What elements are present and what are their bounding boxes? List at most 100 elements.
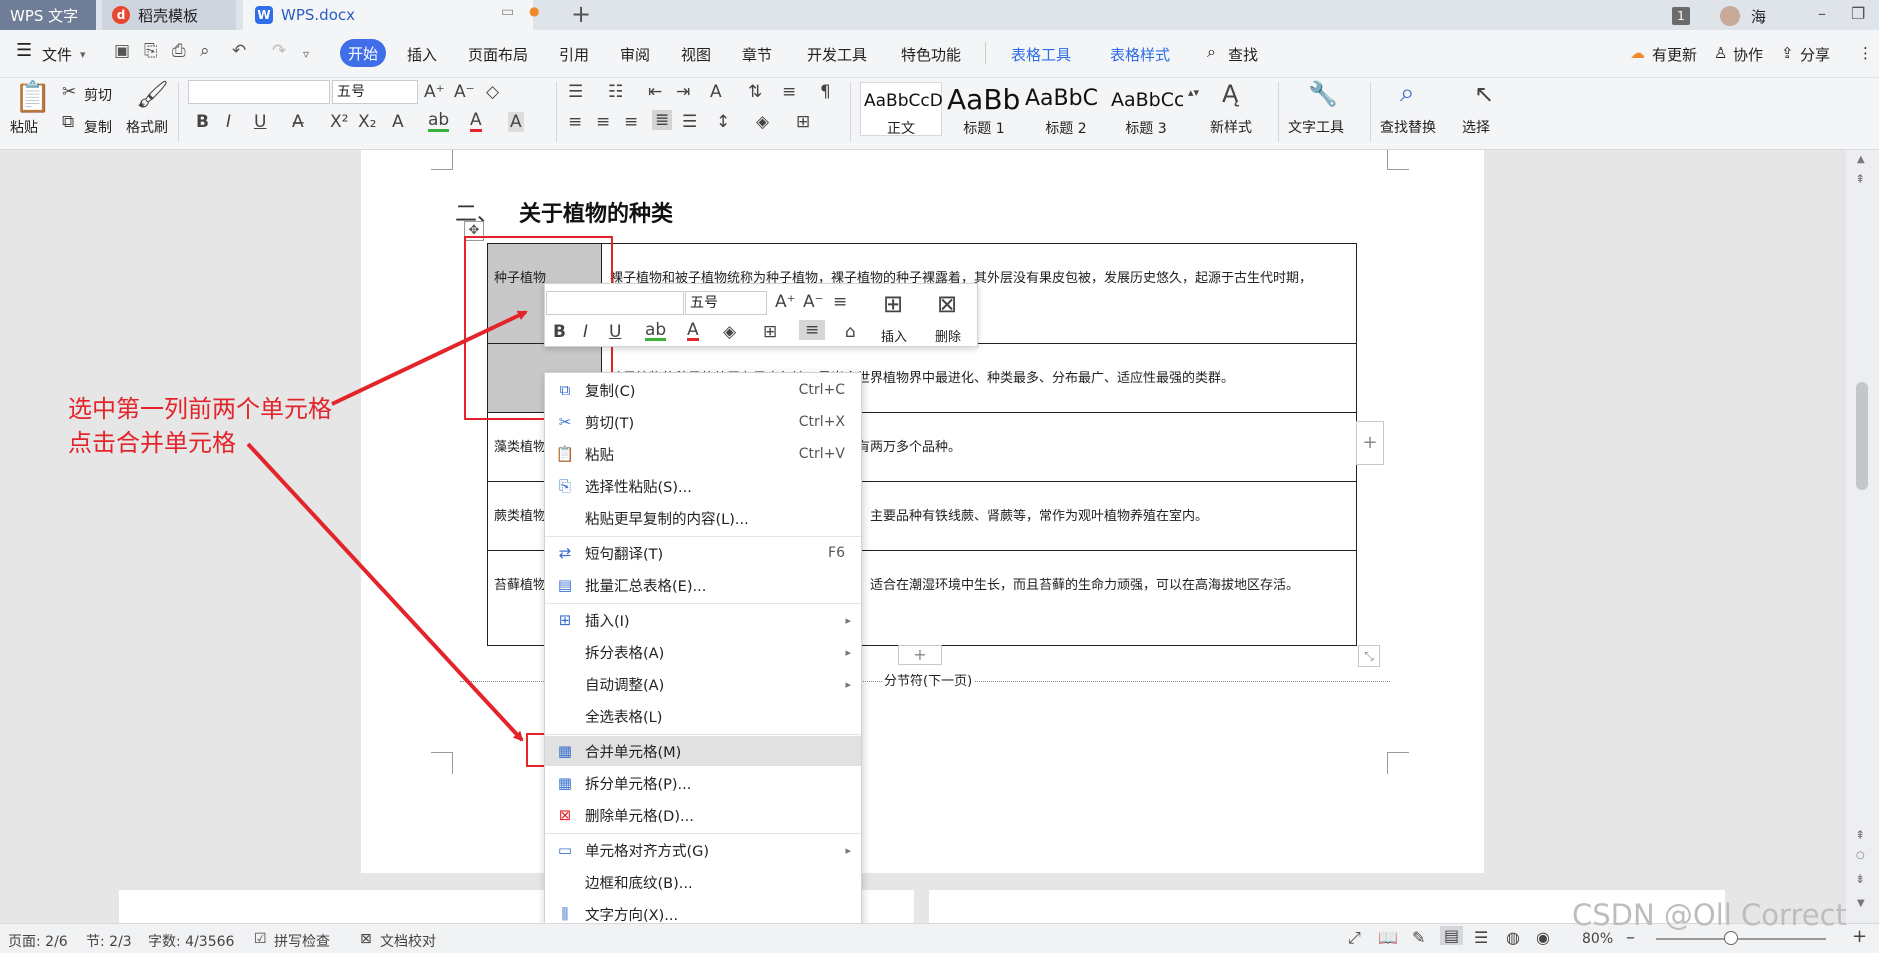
font-color-icon[interactable]: A [687, 322, 699, 341]
annotation-arrows [246, 310, 528, 742]
menu-item-borders-shading[interactable]: 边框和底纹(B)... [545, 867, 861, 897]
split-cells-icon: ▦ [557, 774, 573, 792]
web-view-icon[interactable]: ◍ [1506, 928, 1520, 947]
menu-item-select-table[interactable]: 全选表格(L) [545, 701, 861, 731]
menu-item-label: 合并单元格(M) [585, 744, 682, 761]
bold-icon[interactable]: B [553, 322, 566, 342]
menu-item-label: 粘贴 [585, 447, 614, 464]
status-spellcheck[interactable]: 拼写检查 [274, 931, 330, 951]
menu-item-label: 短句翻译(T) [585, 546, 664, 563]
scrollbar-thumb[interactable] [1856, 382, 1868, 490]
menu-separator [545, 603, 861, 604]
shrink-font-icon[interactable]: A⁻ [803, 292, 824, 312]
format-painter-icon[interactable]: ⌂ [845, 322, 856, 342]
menu-item-label: 边框和底纹(B)... [585, 875, 693, 892]
arrow-to-merge [246, 442, 524, 742]
status-section[interactable]: 节: 2/3 [86, 931, 132, 951]
table-insert-icon[interactable]: ⊞ [883, 290, 903, 318]
vertical-scrollbar[interactable]: ▲ ⇞ ⇞ ○ ⇟ ▼ [1846, 150, 1879, 923]
submenu-arrow-icon: ▸ [845, 677, 851, 691]
menu-item-label: 单元格对齐方式(G) [585, 843, 710, 860]
eye-protect-icon[interactable]: ◉ [1536, 928, 1550, 947]
page-view-icon[interactable]: ▤ [1440, 926, 1464, 945]
italic-icon[interactable]: I [583, 322, 588, 342]
menu-item-insert[interactable]: ⊞ 插入(I) ▸ [545, 605, 861, 635]
menu-item-label: 全选表格(L) [585, 709, 663, 726]
menu-item-label: 剪切(T) [585, 415, 635, 432]
scroll-up-icon[interactable]: ▲ [1857, 154, 1865, 165]
scissors-icon: ✂ [558, 413, 572, 431]
copy-icon: ⧉ [559, 381, 571, 399]
menu-item-label: 插入(I) [585, 613, 630, 630]
menu-item-copy[interactable]: ⧉ 复制(C) Ctrl+C [545, 375, 861, 405]
watermark: CSDN @Oll Correct [1572, 898, 1847, 932]
menu-item-shortcut: Ctrl+C [798, 382, 845, 398]
menu-item-label: 拆分表格(A) [585, 645, 665, 662]
merge-cells-icon: ▦ [557, 742, 573, 760]
menu-separator [545, 833, 861, 834]
table-delete-icon[interactable]: ⊠ [937, 290, 957, 318]
arrow-to-cells [331, 310, 528, 406]
floating-mini-toolbar: 五号 A⁺ A⁻ ≡ B I U ab A ◈ ⊞ ≡ ⌂ ⊞ 插入 ⊠ 删除 [544, 283, 978, 347]
fullscreen-icon[interactable]: ⤢ [1348, 928, 1361, 948]
scroll-top-icon[interactable]: ⇞ [1855, 172, 1865, 186]
translate-icon: ⇄ [558, 544, 572, 562]
submenu-arrow-icon: ▸ [845, 645, 851, 659]
submenu-arrow-icon: ▸ [845, 613, 851, 627]
mini-font-size-select[interactable]: 五号 [685, 291, 767, 315]
menu-item-cell-align[interactable]: ▭ 单元格对齐方式(G) ▸ [545, 835, 861, 865]
select-browse-icon[interactable]: ○ [1856, 850, 1865, 861]
mini-insert-label[interactable]: 插入 [881, 326, 907, 345]
paste-icon: 📋 [555, 445, 575, 463]
status-proofread[interactable]: 文档校对 [380, 931, 436, 951]
menu-item-translate[interactable]: ⇄ 短句翻译(T) F6 [545, 538, 861, 568]
menu-item-label: 批量汇总表格(E)... [585, 578, 707, 595]
menu-item-shortcut: Ctrl+X [798, 414, 845, 430]
highlight-icon[interactable]: ab [645, 322, 667, 341]
zoom-slider-knob[interactable] [1724, 931, 1738, 945]
zoom-slider[interactable] [1656, 938, 1826, 940]
menu-item-delete-cells[interactable]: ⊠ 删除单元格(D)... [545, 800, 861, 830]
next-page-icon[interactable]: ⇟ [1855, 872, 1865, 886]
line-spacing-icon[interactable]: ≡ [833, 292, 847, 312]
menu-item-split-table[interactable]: 拆分表格(A) ▸ [545, 637, 861, 667]
menu-item-label: 粘贴更早复制的内容(L)... [585, 511, 749, 528]
fill-color-icon[interactable]: ◈ [723, 322, 736, 342]
menu-item-label: 文字方向(X)... [585, 907, 679, 924]
write-mode-icon[interactable]: ✎ [1412, 928, 1425, 947]
menu-item-label: 删除单元格(D)... [585, 808, 694, 825]
spellcheck-icon: ☑ [254, 931, 267, 947]
prev-page-icon[interactable]: ⇞ [1855, 828, 1865, 842]
menu-item-shortcut: Ctrl+V [798, 446, 845, 462]
mini-font-name-select[interactable] [546, 291, 684, 315]
context-menu: ⧉ 复制(C) Ctrl+C ✂ 剪切(T) Ctrl+X 📋 粘贴 Ctrl+… [544, 372, 862, 944]
paste-special-icon: ⎘ [558, 477, 571, 495]
text-direction-icon: ⫼ [561, 905, 569, 923]
menu-item-label: 自动调整(A) [585, 677, 665, 694]
read-mode-icon[interactable]: 📖 [1378, 928, 1398, 947]
menu-item-paste-special[interactable]: ⎘ 选择性粘贴(S)... [545, 471, 861, 501]
zoom-in-icon[interactable]: + [1852, 926, 1867, 947]
status-words[interactable]: 字数: 4/3566 [148, 931, 234, 951]
table-summary-icon: ▤ [557, 576, 573, 594]
menu-item-paste-earlier[interactable]: 粘贴更早复制的内容(L)... [545, 503, 861, 533]
cell-align-icon: ▭ [557, 841, 573, 859]
outline-view-icon[interactable]: ☰ [1474, 928, 1488, 947]
menu-item-table-summary[interactable]: ▤ 批量汇总表格(E)... [545, 570, 861, 600]
mini-delete-label[interactable]: 删除 [935, 326, 961, 345]
menu-item-paste[interactable]: 📋 粘贴 Ctrl+V [545, 439, 861, 469]
proofread-icon: ⊠ [360, 931, 372, 947]
menu-item-cut[interactable]: ✂ 剪切(T) Ctrl+X [545, 407, 861, 437]
menu-item-auto-fit[interactable]: 自动调整(A) ▸ [545, 669, 861, 699]
borders-icon[interactable]: ⊞ [763, 322, 777, 342]
zoom-level[interactable]: 80% [1582, 931, 1613, 947]
scroll-down-icon[interactable]: ▼ [1857, 898, 1865, 909]
grow-font-icon[interactable]: A⁺ [775, 292, 796, 312]
menu-separator [545, 734, 861, 735]
align-icon[interactable]: ≡ [799, 320, 826, 340]
underline-icon[interactable]: U [609, 322, 621, 342]
status-page[interactable]: 页面: 2/6 [8, 931, 68, 951]
menu-item-split-cells[interactable]: ▦ 拆分单元格(P)... [545, 768, 861, 798]
delete-cells-icon: ⊠ [558, 806, 572, 824]
menu-item-merge-cells[interactable]: ▦ 合并单元格(M) [545, 736, 861, 766]
